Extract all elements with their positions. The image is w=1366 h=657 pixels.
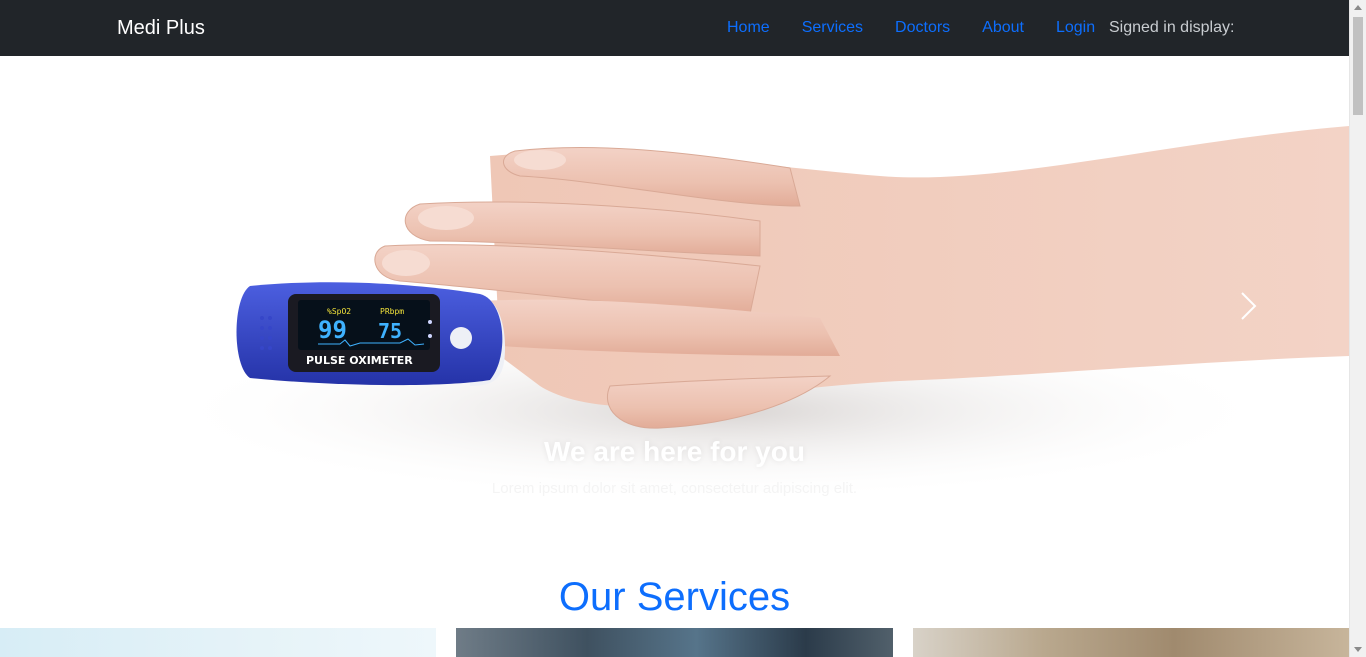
- top-navbar: Medi Plus Home Services Doctors About Lo…: [0, 0, 1349, 56]
- svg-text:99: 99: [318, 316, 347, 344]
- page-scrollbar[interactable]: [1349, 0, 1366, 657]
- nav-link-doctors[interactable]: Doctors: [879, 0, 966, 56]
- signed-in-status: Signed in display:: [1109, 19, 1235, 36]
- scroll-up-arrow-icon[interactable]: [1354, 5, 1362, 10]
- svg-text:75: 75: [378, 319, 402, 343]
- pulse-oximeter-device: %SpO2 99 PRbpm 75 PULSE OXIMETER: [236, 282, 503, 386]
- nav-link-home[interactable]: Home: [711, 0, 786, 56]
- services-heading: Our Services: [558, 575, 791, 619]
- nav-links: Home Services Doctors About Login: [711, 0, 1111, 56]
- nav-link-services[interactable]: Services: [786, 0, 879, 56]
- nav-link-about[interactable]: About: [966, 0, 1040, 56]
- service-card-image: [913, 628, 1349, 657]
- scroll-down-arrow-icon[interactable]: [1354, 647, 1362, 652]
- hero-carousel: %SpO2 99 PRbpm 75 PULSE OXIMETER We are …: [0, 56, 1349, 556]
- svg-text:%SpO2: %SpO2: [327, 307, 351, 316]
- svg-text:PRbpm: PRbpm: [380, 307, 404, 316]
- brand-logo[interactable]: Medi Plus: [117, 14, 205, 42]
- service-card-image: [0, 628, 436, 657]
- service-card-image: [456, 628, 893, 657]
- nav-link-login[interactable]: Login: [1040, 0, 1111, 56]
- carousel-caption-text: Lorem ipsum dolor sit amet, consectetur …: [491, 480, 858, 497]
- carousel-caption-title: We are here for you: [544, 436, 805, 467]
- scrollbar-thumb[interactable]: [1353, 17, 1363, 115]
- chevron-right-icon: [1241, 292, 1257, 320]
- carousel-next-button[interactable]: [1226, 281, 1270, 331]
- svg-text:PULSE OXIMETER: PULSE OXIMETER: [306, 354, 413, 367]
